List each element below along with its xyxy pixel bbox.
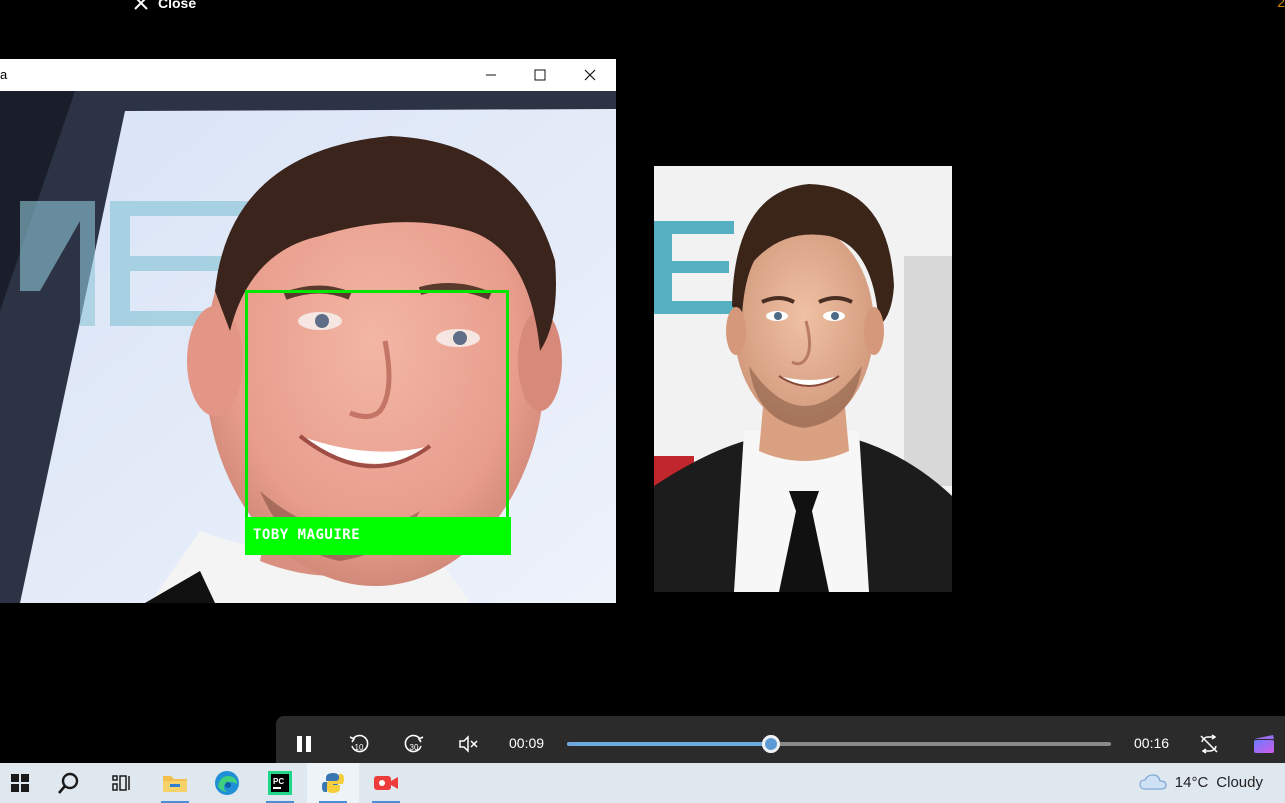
search-icon bbox=[58, 772, 79, 794]
face-detection-box bbox=[245, 290, 509, 554]
current-time: 00:09 bbox=[509, 735, 545, 751]
camera-window-titlebar[interactable]: a bbox=[0, 59, 616, 91]
taskbar-video-recorder[interactable] bbox=[360, 763, 412, 803]
rewind-button[interactable]: 10 bbox=[345, 730, 373, 758]
minimize-button[interactable] bbox=[466, 59, 516, 91]
clip-editor-button[interactable] bbox=[1250, 730, 1278, 758]
camera-window-title: a bbox=[0, 67, 8, 82]
loop-toggle-button[interactable] bbox=[1195, 730, 1223, 758]
taskbar: PC 14°C Cloudy bbox=[0, 763, 1285, 803]
window-close-button[interactable] bbox=[565, 59, 615, 91]
taskbar-python[interactable] bbox=[307, 763, 359, 803]
mute-button[interactable] bbox=[454, 730, 482, 758]
taskbar-search-button[interactable] bbox=[43, 763, 95, 803]
task-view-button[interactable] bbox=[95, 763, 147, 803]
weather-description: Cloudy bbox=[1216, 773, 1263, 791]
forward-30-icon: 30 bbox=[404, 734, 424, 753]
seek-bar-progress bbox=[567, 742, 771, 746]
video-camera-icon bbox=[374, 776, 398, 790]
volume-muted-icon bbox=[459, 735, 478, 753]
pause-icon bbox=[297, 736, 311, 752]
taskbar-pycharm[interactable]: PC bbox=[254, 763, 306, 803]
close-label: Close bbox=[158, 0, 197, 11]
detected-name-text: TOBY MAGUIRE bbox=[253, 527, 361, 543]
camera-feed: TOBY MAGUIRE bbox=[0, 91, 616, 603]
weather-widget[interactable]: 14°C Cloudy bbox=[1139, 773, 1263, 791]
pycharm-icon: PC bbox=[268, 771, 292, 795]
close-icon bbox=[584, 69, 596, 81]
forward-button[interactable]: 30 bbox=[400, 730, 428, 758]
rewind-seconds: 10 bbox=[355, 743, 364, 752]
corner-mark: 2 bbox=[1277, 0, 1285, 10]
weather-temperature: 14°C bbox=[1174, 773, 1209, 791]
duration-time: 00:16 bbox=[1134, 735, 1170, 751]
reference-photo-image bbox=[654, 166, 952, 592]
start-button[interactable] bbox=[0, 763, 46, 803]
windows-logo-icon bbox=[11, 774, 29, 792]
taskbar-file-explorer[interactable] bbox=[149, 763, 201, 803]
task-view-icon bbox=[112, 775, 130, 791]
clapperboard-icon bbox=[1254, 735, 1274, 753]
reference-photo bbox=[654, 166, 952, 592]
maximize-button[interactable] bbox=[515, 59, 565, 91]
edge-browser-icon bbox=[215, 771, 239, 795]
cloud-icon bbox=[1139, 774, 1167, 790]
maximize-icon bbox=[534, 69, 546, 81]
minimize-icon bbox=[486, 74, 496, 76]
repeat-off-icon bbox=[1200, 734, 1218, 754]
pause-button[interactable] bbox=[290, 730, 318, 758]
taskbar-edge[interactable] bbox=[201, 763, 253, 803]
folder-icon bbox=[163, 776, 187, 792]
rewind-10-icon: 10 bbox=[349, 734, 369, 753]
close-button[interactable]: Close bbox=[134, 0, 196, 14]
svg-text:PC: PC bbox=[273, 777, 284, 786]
face-detection-label: TOBY MAGUIRE bbox=[245, 517, 511, 555]
camera-window: a TOBY MAGUIRE bbox=[0, 59, 616, 603]
python-icon bbox=[322, 773, 344, 793]
forward-seconds: 30 bbox=[410, 743, 419, 752]
seek-bar[interactable] bbox=[567, 735, 1111, 753]
close-icon bbox=[134, 0, 148, 10]
seek-bar-thumb[interactable] bbox=[762, 735, 780, 753]
